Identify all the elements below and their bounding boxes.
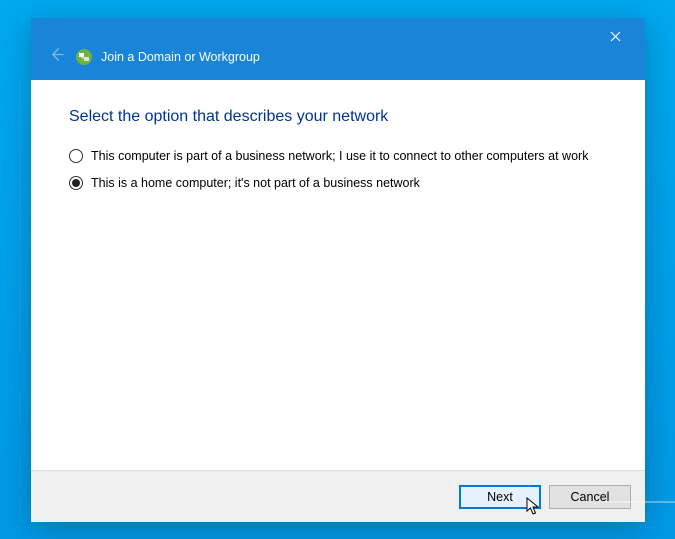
title-bar-content: Join a Domain or Workgroup [45, 46, 260, 68]
back-button [45, 46, 67, 68]
window-title: Join a Domain or Workgroup [101, 50, 260, 64]
desktop-background: Join a Domain or Workgroup Select the op… [0, 0, 675, 539]
taskbar-edge [609, 501, 675, 503]
next-button[interactable]: Next [459, 485, 541, 509]
domain-workgroup-icon [75, 48, 93, 66]
radio-business-network[interactable] [69, 149, 83, 163]
page-heading: Select the option that describes your ne… [69, 108, 617, 126]
option-business-network[interactable]: This computer is part of a business netw… [69, 148, 589, 165]
close-button[interactable] [595, 23, 635, 51]
cancel-button[interactable]: Cancel [549, 485, 631, 509]
option-home-computer-label: This is a home computer; it's not part o… [91, 175, 420, 192]
wizard-content: Select the option that describes your ne… [31, 80, 645, 470]
radio-home-computer[interactable] [69, 176, 83, 190]
wizard-footer: Next Cancel [31, 470, 645, 522]
back-arrow-icon [49, 47, 64, 67]
close-icon [610, 29, 621, 45]
wizard-window: Join a Domain or Workgroup Select the op… [31, 18, 645, 522]
option-business-network-label: This computer is part of a business netw… [91, 148, 588, 165]
option-home-computer[interactable]: This is a home computer; it's not part o… [69, 175, 589, 192]
title-bar: Join a Domain or Workgroup [31, 18, 645, 80]
